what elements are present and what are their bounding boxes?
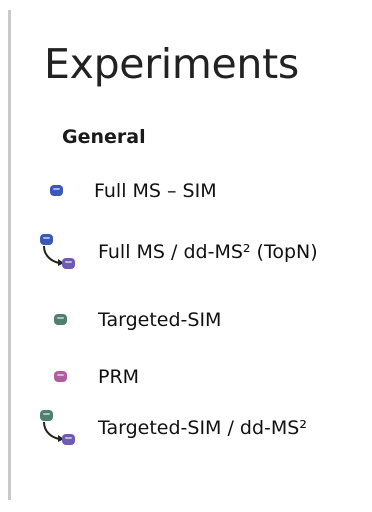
experiment-label: Full MS / dd-MS² (TopN) <box>98 241 318 263</box>
section-header-general: General <box>62 126 146 148</box>
full-ms-sim-icon <box>42 181 72 201</box>
experiment-item-full-ms-sim[interactable]: Full MS – SIM <box>42 180 217 202</box>
experiment-item-prm[interactable]: PRM <box>46 366 139 388</box>
experiment-label: Targeted-SIM <box>98 309 222 331</box>
full-ms-ddms2-icon <box>38 232 78 272</box>
experiment-label: PRM <box>98 366 140 388</box>
prm-icon <box>46 367 76 387</box>
targeted-sim-ddms2-icon <box>38 408 78 448</box>
experiment-item-targeted-sim-ddms2[interactable]: Targeted-SIM / dd-MS² <box>38 408 307 448</box>
panel-title: Experiments <box>44 40 299 88</box>
targeted-sim-icon <box>46 310 76 330</box>
panel-left-border <box>8 10 11 500</box>
experiment-item-targeted-sim[interactable]: Targeted-SIM <box>46 309 221 331</box>
experiment-label: Full MS – SIM <box>94 180 217 202</box>
experiment-label: Targeted-SIM / dd-MS² <box>98 417 307 439</box>
experiment-item-full-ms-ddms2[interactable]: Full MS / dd-MS² (TopN) <box>38 232 318 272</box>
